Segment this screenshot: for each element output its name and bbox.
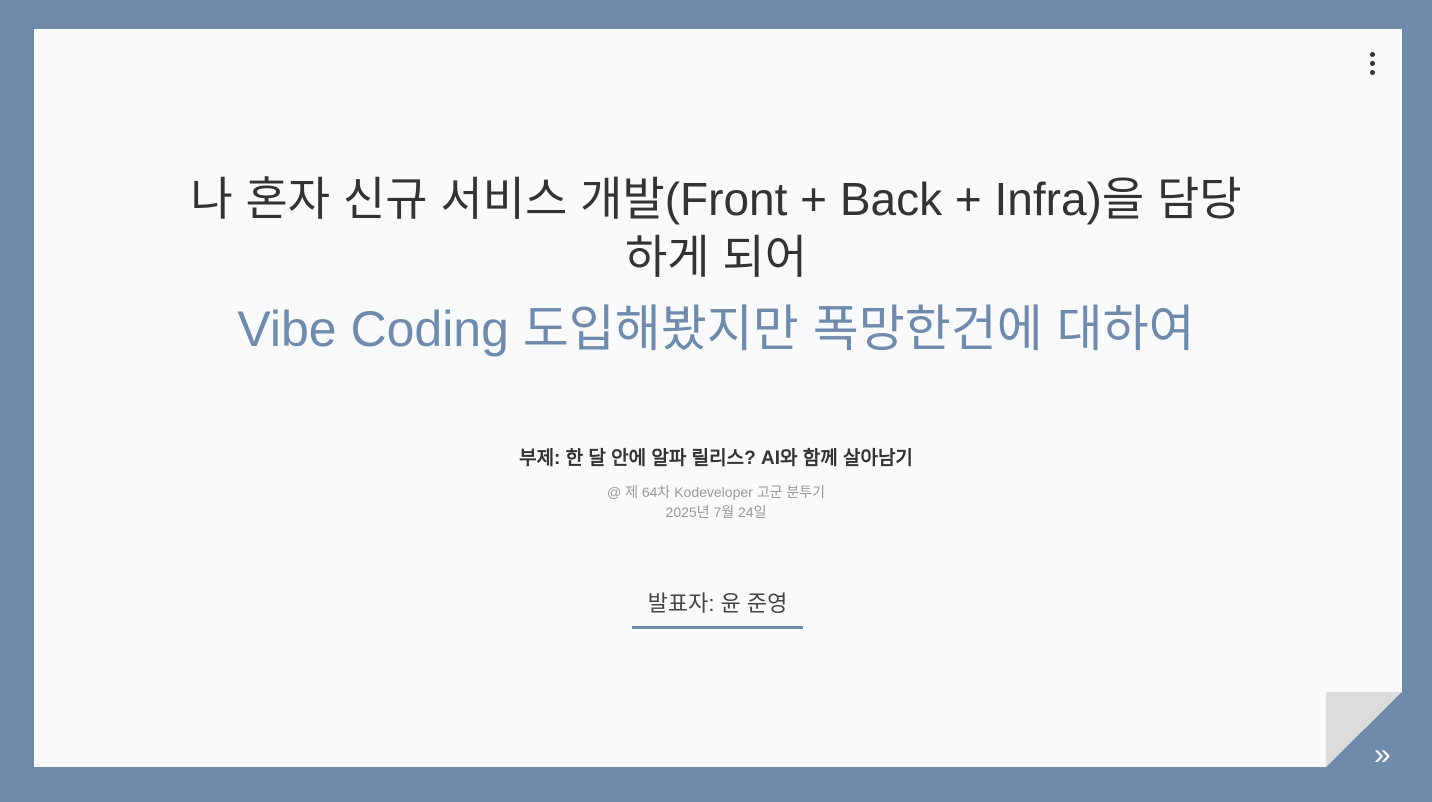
event-info: @ 제 64차 Kodeveloper 고군 분투기 2025년 7월 24일 (0, 482, 1432, 522)
title-line-2: 하게 되어 (624, 231, 808, 283)
double-chevron-right-icon[interactable]: » (1374, 740, 1408, 772)
slide (34, 29, 1402, 767)
presenter: 발표자: 윤 준영 (632, 586, 803, 629)
event-name: @ 제 64차 Kodeveloper 고군 분투기 (606, 484, 825, 500)
event-date: 2025년 7월 24일 (665, 504, 767, 520)
slide-subtitle: Vibe Coding 도입해봤지만 폭망한건에 대하여 (237, 301, 1195, 357)
tagline: 부제: 한 달 안에 알파 릴리스? AI와 함께 살아남기 (519, 448, 913, 469)
more-vertical-icon[interactable] (1362, 52, 1382, 82)
title-line-1: 나 혼자 신규 서비스 개발(Front + Back + Infra)을 담당 (190, 173, 1242, 225)
slide-title: 나 혼자 신규 서비스 개발(Front + Back + Infra)을 담당… (0, 170, 1432, 286)
